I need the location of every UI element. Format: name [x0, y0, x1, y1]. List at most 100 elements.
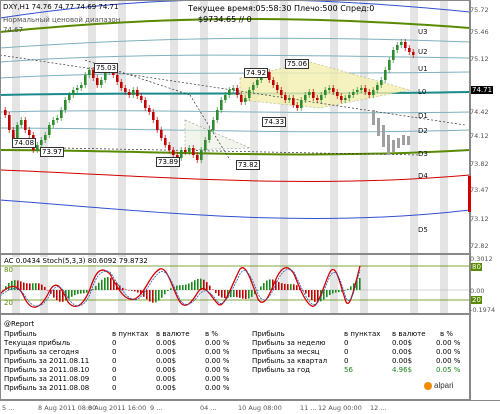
- ac-bar: [128, 290, 130, 291]
- ac-bar: [287, 284, 289, 290]
- price-chart[interactable]: [0, 0, 470, 254]
- report-header: в валюте: [156, 330, 190, 338]
- candle-body: [184, 150, 187, 152]
- ac-bar: [293, 284, 295, 290]
- report-row-label: Текущая прибыль: [4, 339, 71, 347]
- price-tick: 75.46: [470, 28, 489, 36]
- report-axis: [470, 314, 500, 400]
- indicator-tick: -0.1974: [470, 306, 496, 314]
- brand-label: alpari: [434, 381, 454, 390]
- candle-body: [56, 118, 59, 120]
- candle-body: [304, 95, 307, 100]
- candle-body: [140, 96, 143, 100]
- candle-body: [276, 85, 279, 90]
- price-tick: 75.12: [470, 55, 489, 63]
- ac-bar: [314, 290, 316, 302]
- report-row-label: Прибыль за 2011.08.09: [4, 375, 90, 383]
- indicator-tick: 0.3012: [470, 255, 493, 263]
- ac-bar: [311, 290, 313, 301]
- ac-bar: [233, 290, 235, 297]
- ac-bar: [161, 290, 163, 298]
- candle-body: [384, 70, 387, 80]
- ac-bar: [209, 285, 211, 290]
- zone-label-d2: D2: [418, 127, 428, 135]
- ac-bar: [176, 285, 178, 290]
- report-cell: 0.05 %: [436, 366, 461, 374]
- candle-body: [372, 90, 375, 95]
- candle-body: [148, 108, 151, 112]
- ac-bar: [179, 285, 181, 290]
- candle-body: [64, 100, 67, 110]
- candle-body: [100, 80, 103, 85]
- report-cell: 0: [112, 339, 117, 347]
- candle-body: [208, 130, 211, 140]
- ac-bar: [236, 290, 238, 298]
- report-cell: 0.00$: [156, 375, 177, 383]
- candle-body: [244, 98, 247, 102]
- price-tick: 73.47: [470, 186, 489, 194]
- ac-bar: [29, 283, 31, 290]
- report-row-label: Прибыль за неделю: [252, 339, 326, 347]
- candle-body: [84, 75, 87, 85]
- candle-body: [296, 105, 299, 108]
- ac-bar: [332, 290, 334, 294]
- report-cell: 0.00$: [392, 348, 413, 356]
- candle-body: [136, 90, 139, 96]
- report-header: в пунктах: [112, 330, 149, 338]
- candle-body: [48, 125, 51, 135]
- candle-body: [120, 82, 123, 88]
- candle-body: [364, 88, 367, 92]
- time-tick: 12 ...: [370, 404, 387, 412]
- report-cell: 0.00 %: [205, 339, 230, 347]
- ac-bar: [167, 290, 169, 291]
- report-cell: 0.00 %: [205, 375, 230, 383]
- ac-bar: [38, 283, 40, 290]
- ac-bar: [191, 281, 193, 290]
- candle-body: [72, 90, 75, 95]
- ac-bar: [221, 290, 223, 298]
- candle-body: [20, 120, 23, 125]
- chart-window: 75.72 75.46 75.12 74.71 74.42 74.12 73.8…: [0, 0, 500, 414]
- candle-body: [104, 72, 107, 80]
- price-tag: 74.92: [244, 68, 269, 78]
- ac-bar: [185, 284, 187, 290]
- candle-body: [36, 145, 39, 150]
- ac-bar: [149, 290, 151, 302]
- report-row-label: Прибыль за сегодня: [4, 348, 79, 356]
- ac-bar: [302, 290, 304, 291]
- zone-label-d4: D4: [418, 172, 428, 180]
- candle-body: [216, 110, 219, 120]
- candle-body: [236, 88, 239, 95]
- candle-body: [188, 148, 191, 152]
- candle-body: [240, 95, 243, 102]
- ac-bar: [137, 290, 139, 293]
- candle-body: [380, 80, 383, 85]
- candle-body: [224, 95, 227, 100]
- candle-body: [340, 96, 343, 100]
- candle-body: [152, 112, 155, 120]
- ac-bar: [245, 290, 247, 300]
- ac-bar: [59, 290, 61, 302]
- price-tag: 73.97: [40, 147, 65, 157]
- symbol-line: DXY,H1 74.76 74.77 74.69 74.71: [3, 3, 119, 11]
- price-tick: 74.42: [470, 108, 489, 116]
- report-cell: 0.00 %: [205, 366, 230, 374]
- candle-body: [316, 98, 319, 100]
- alpari-logo-icon: [424, 382, 432, 390]
- ac-bar: [326, 290, 328, 298]
- report-cell: 0: [112, 348, 117, 356]
- ac-bar: [266, 280, 268, 290]
- report-row-label: Прибыль за месяц: [252, 348, 320, 356]
- candle-body: [272, 80, 275, 85]
- ac-bar: [32, 283, 34, 290]
- stoch-level-label: 80: [4, 266, 13, 274]
- candle-body: [392, 50, 395, 60]
- candle-body: [288, 98, 291, 100]
- timer-label: Текущее время:05:58:30 Плечо:500 Спред:0: [188, 4, 375, 13]
- candle-body: [268, 72, 271, 80]
- ac-bar: [335, 290, 337, 293]
- ac-bar: [242, 290, 244, 299]
- candle-body: [28, 130, 31, 135]
- report-cell: 0: [112, 375, 117, 383]
- candle-body: [88, 70, 91, 75]
